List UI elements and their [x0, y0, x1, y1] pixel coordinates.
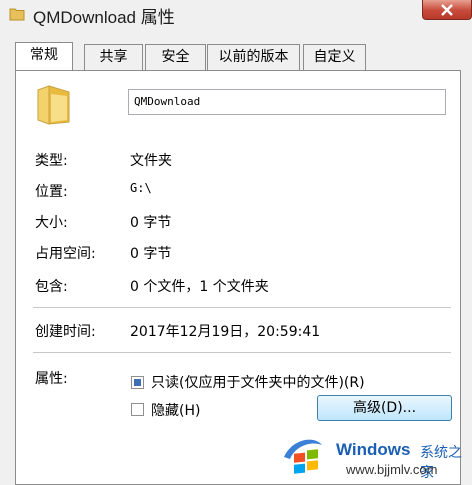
tab-sharing[interactable]: 共享	[84, 44, 143, 70]
contains-label: 包含:	[35, 279, 68, 295]
readonly-label: 只读(仅应用于文件夹中的文件)(R)	[151, 375, 365, 391]
tab-customize[interactable]: 自定义	[303, 44, 366, 70]
readonly-checkbox[interactable]	[131, 376, 144, 389]
disk-size-value: 0 字节	[130, 246, 172, 262]
watermark: Windows 系统之家 www.bjjmlv.com	[270, 428, 472, 485]
folder-icon	[9, 8, 25, 21]
close-icon	[441, 4, 453, 16]
hidden-checkbox[interactable]	[131, 403, 144, 416]
advanced-button[interactable]: 高级(D)...	[317, 395, 452, 421]
type-label: 类型:	[35, 153, 68, 169]
disk-size-label: 占用空间:	[35, 246, 96, 262]
divider	[33, 307, 451, 308]
type-value: 文件夹	[130, 153, 172, 169]
size-value: 0 字节	[130, 215, 172, 231]
folder-icon	[37, 85, 70, 125]
tab-previous-versions[interactable]: 以前的版本	[207, 44, 300, 70]
watermark-brand: Windows	[336, 440, 411, 459]
size-label: 大小:	[35, 215, 68, 231]
location-value: G:\	[130, 181, 152, 195]
contains-value: 0 个文件，1 个文件夹	[130, 279, 269, 295]
window-title: QMDownload 属性	[33, 8, 175, 27]
close-button[interactable]	[422, 0, 472, 20]
watermark-url: www.bjjmlv.com	[346, 462, 438, 477]
title-bar: QMDownload 属性	[0, 0, 472, 32]
tab-security[interactable]: 安全	[145, 44, 206, 70]
created-value: 2017年12月19日，20:59:41	[130, 324, 321, 340]
windows-logo-icon	[284, 439, 322, 474]
divider	[33, 352, 451, 353]
folder-name-input[interactable]: QMDownload	[128, 89, 446, 115]
tab-general[interactable]: 常规	[15, 42, 73, 70]
created-label: 创建时间:	[35, 324, 96, 340]
attributes-label: 属性:	[35, 371, 68, 387]
location-label: 位置:	[35, 184, 68, 200]
hidden-label: 隐藏(H)	[151, 403, 201, 419]
